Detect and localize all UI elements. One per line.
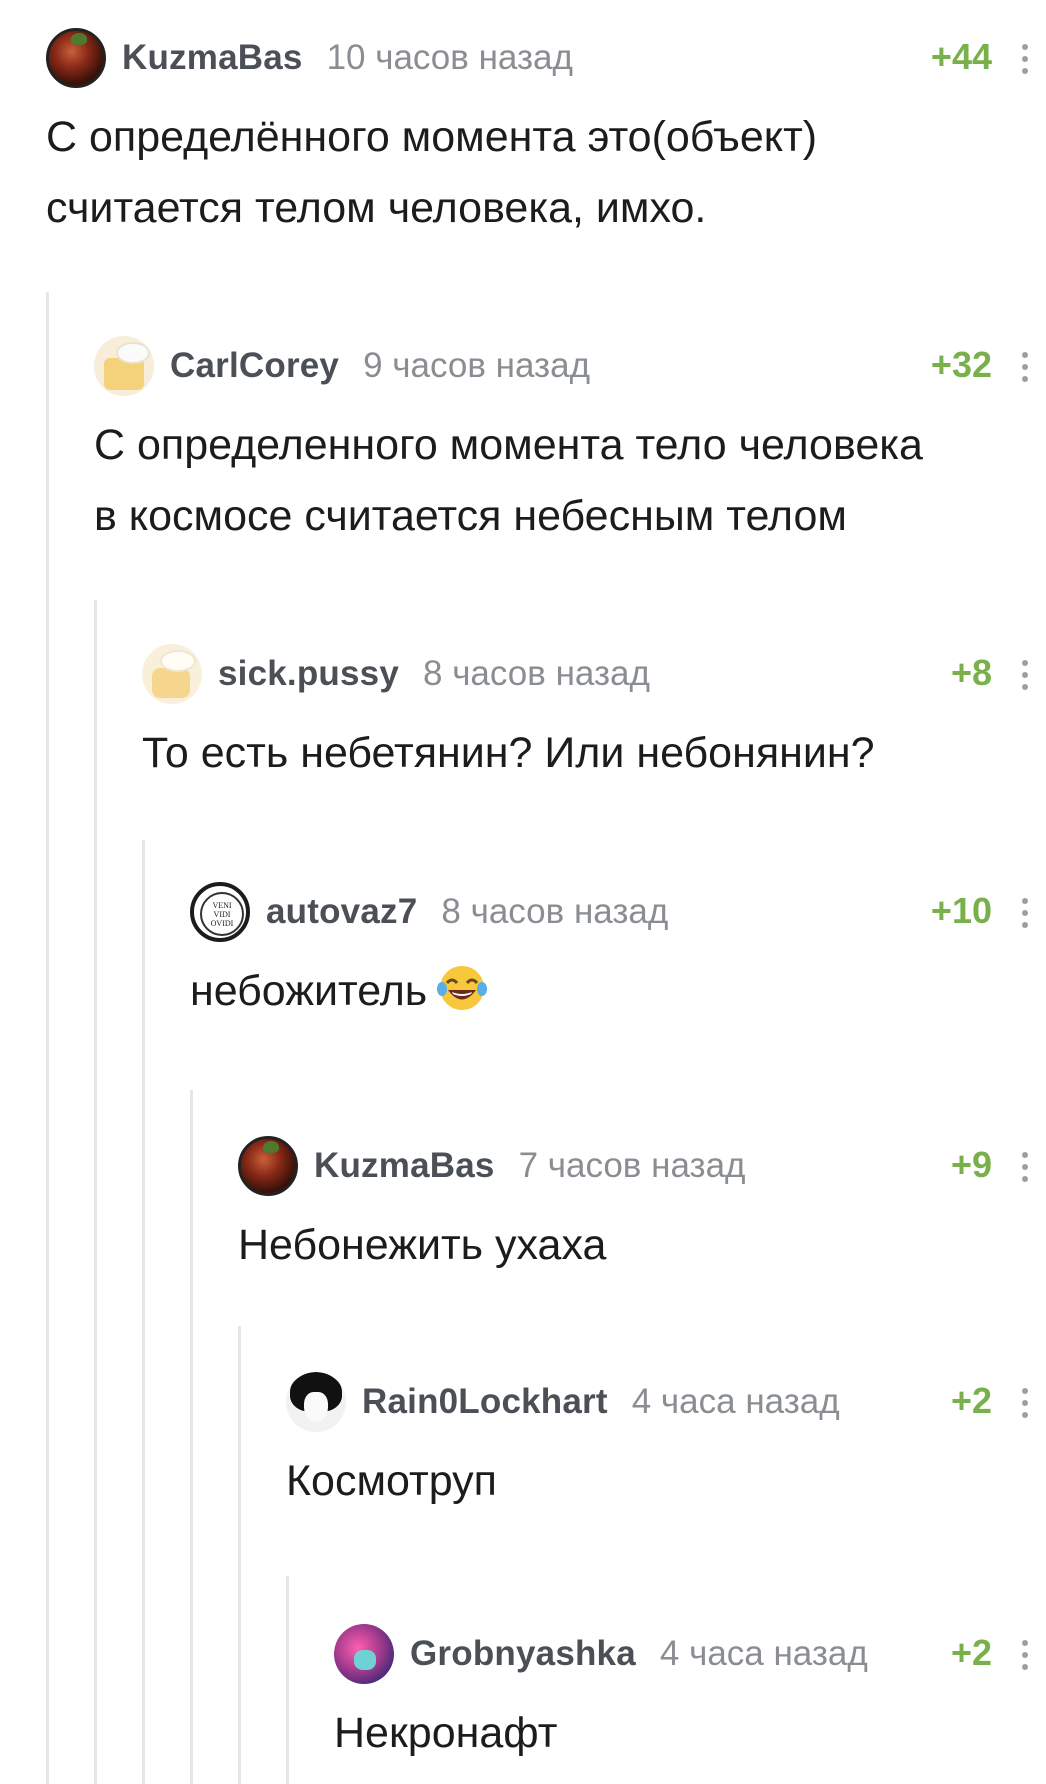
laughing-crying-emoji-icon <box>437 966 488 1010</box>
comment-thread: KuzmaBas 10 часов назад +44 С определённ… <box>0 0 1046 1784</box>
comment-text-line: С определенного момента тело человека <box>94 421 923 469</box>
avatar-emblem: VENI VIDI OVIDI <box>200 892 244 936</box>
comment-rating[interactable]: +32 <box>931 344 992 386</box>
comment-username[interactable]: Rain0Lockhart <box>362 1382 608 1422</box>
comment-timestamp: 10 часов назад <box>326 38 573 77</box>
comment-header: Grobnyashka 4 часа назад +2 <box>334 1622 1046 1686</box>
thread-branch-line[interactable] <box>238 1326 241 1784</box>
comment-text-line: небожитель <box>190 967 428 1015</box>
comment: Grobnyashka 4 часа назад +2 Некронафт <box>334 1622 1046 1769</box>
thread-branch-line[interactable] <box>190 1090 193 1784</box>
thread-branch-line[interactable] <box>94 600 97 1784</box>
comment-text: Небонежить ухаха <box>238 1210 1046 1281</box>
comment-text-line: С определённого момента это(объект) <box>46 113 818 161</box>
comment: CarlCorey 9 часов назад +32 С определенн… <box>94 334 1046 552</box>
comment-header: KuzmaBas 10 часов назад +44 <box>46 26 1046 90</box>
thread-branch-line[interactable] <box>286 1576 289 1784</box>
more-options-icon[interactable] <box>1014 1640 1036 1670</box>
comment-rating[interactable]: +9 <box>951 1144 992 1186</box>
comment-username[interactable]: autovaz7 <box>266 892 417 932</box>
comment-username[interactable]: CarlCorey <box>170 346 339 386</box>
tomato-avatar-icon[interactable] <box>238 1136 298 1196</box>
zombie-avatar-icon[interactable] <box>334 1624 394 1684</box>
comment: KuzmaBas 7 часов назад +9 Небонежить уха… <box>238 1134 1046 1281</box>
tomato-avatar-icon[interactable] <box>46 28 106 88</box>
more-options-icon[interactable] <box>1014 352 1036 382</box>
comment-timestamp: 4 часа назад <box>659 1634 868 1673</box>
comment-rating[interactable]: +10 <box>931 890 992 932</box>
thread-branch-line[interactable] <box>142 840 145 1784</box>
comment: Rain0Lockhart 4 часа назад +2 Космотруп <box>286 1370 1046 1517</box>
comment-timestamp: 4 часа назад <box>631 1382 840 1421</box>
comment-text: Некронафт <box>334 1698 1046 1769</box>
comment-text-line: Космотруп <box>286 1457 497 1505</box>
more-options-icon[interactable] <box>1014 660 1036 690</box>
comment-text: То есть небетянин? Или небонянин? <box>142 718 1046 789</box>
more-options-icon[interactable] <box>1014 44 1036 74</box>
comment-text-line: в космосе считается небесным телом <box>94 492 847 540</box>
comment-header: CarlCorey 9 часов назад +32 <box>94 334 1046 398</box>
comment-text: Космотруп <box>286 1446 1046 1517</box>
comment-text: С определенного момента тело человека в … <box>94 410 1046 552</box>
comment-timestamp: 8 часов назад <box>441 892 669 931</box>
veni-vidi-avatar-icon[interactable]: VENI VIDI OVIDI <box>190 882 250 942</box>
comment: KuzmaBas 10 часов назад +44 С определённ… <box>46 26 1046 244</box>
comment-rating[interactable]: +8 <box>951 652 992 694</box>
more-options-icon[interactable] <box>1014 1152 1036 1182</box>
comment: sick.pussy 8 часов назад +8 То есть небе… <box>142 642 1046 789</box>
comment-text-line: То есть небетянин? Или небонянин? <box>142 729 875 777</box>
comment-header: VENI VIDI OVIDI autovaz7 8 часов назад +… <box>190 880 1046 944</box>
more-options-icon[interactable] <box>1014 898 1036 928</box>
comment-rating[interactable]: +2 <box>951 1380 992 1422</box>
comment-username[interactable]: sick.pussy <box>218 654 399 694</box>
comment-username[interactable]: KuzmaBas <box>314 1146 495 1186</box>
comment-timestamp: 9 часов назад <box>363 346 590 385</box>
comment-header: Rain0Lockhart 4 часа назад +2 <box>286 1370 1046 1434</box>
comment-timestamp: 8 часов назад <box>423 654 650 693</box>
comment-text-line: считается телом человека, имхо. <box>46 184 707 232</box>
more-options-icon[interactable] <box>1014 1388 1036 1418</box>
comment-timestamp: 7 часов назад <box>518 1146 746 1185</box>
comment-username[interactable]: Grobnyashka <box>410 1634 636 1674</box>
cheese-avatar-icon[interactable] <box>142 644 202 704</box>
comment-text: С определённого момента это(объект) счит… <box>46 102 1046 244</box>
comment-header: KuzmaBas 7 часов назад +9 <box>238 1134 1046 1198</box>
comment-username[interactable]: KuzmaBas <box>122 38 303 78</box>
cheese-avatar-icon[interactable] <box>94 336 154 396</box>
comment-rating[interactable]: +2 <box>951 1632 992 1674</box>
anime-avatar-icon[interactable] <box>286 1372 346 1432</box>
comment-header: sick.pussy 8 часов назад +8 <box>142 642 1046 706</box>
thread-branch-line[interactable] <box>46 292 49 1784</box>
comment-text-line: Некронафт <box>334 1709 558 1757</box>
comment-text: небожитель <box>190 956 1046 1027</box>
comment: VENI VIDI OVIDI autovaz7 8 часов назад +… <box>190 880 1046 1027</box>
comment-rating[interactable]: +44 <box>931 36 992 78</box>
comment-text-line: Небонежить ухаха <box>238 1221 607 1269</box>
